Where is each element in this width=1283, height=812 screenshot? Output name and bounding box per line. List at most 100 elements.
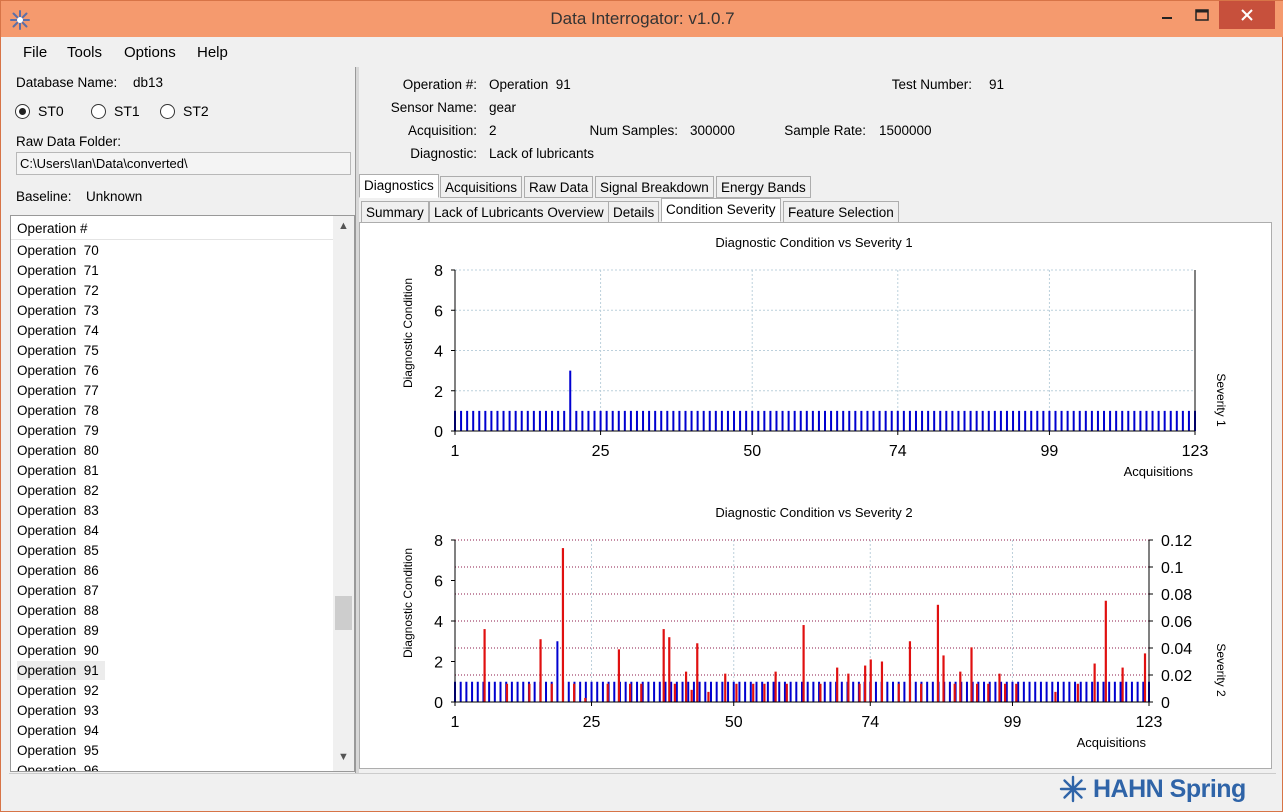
- operation-list-item-label: Operation 96: [17, 763, 99, 772]
- tab-diagnostics[interactable]: Diagnostics: [359, 174, 439, 198]
- scroll-down-icon[interactable]: ▼: [333, 751, 354, 771]
- chart2-condition-bar: [1096, 681, 1099, 702]
- operation-list-item[interactable]: Operation 94: [11, 721, 333, 741]
- sensor-name-value: gear: [489, 100, 517, 115]
- radio-st0[interactable]: ST0: [15, 103, 64, 119]
- operation-list-item[interactable]: Operation 76: [11, 361, 333, 381]
- menu-tools[interactable]: Tools: [67, 44, 102, 61]
- tab-details[interactable]: Details: [608, 201, 660, 223]
- chart2-condition-bar: [1045, 681, 1048, 702]
- operation-list-item[interactable]: Operation 70: [11, 241, 333, 261]
- title-bar[interactable]: Data Interrogator: v1.0.7: [1, 1, 1283, 37]
- chart2-x-tick-label: 123: [1136, 714, 1163, 731]
- chart2-condition-bar: [522, 681, 525, 702]
- tab-condition-severity[interactable]: Condition Severity: [661, 198, 781, 222]
- tab-raw-data[interactable]: Raw Data: [524, 176, 594, 198]
- operation-list-item[interactable]: Operation 83: [11, 501, 333, 521]
- operation-list-item[interactable]: Operation 79: [11, 421, 333, 441]
- operation-list-item[interactable]: Operation 82: [11, 481, 333, 501]
- scroll-thumb[interactable]: [335, 596, 352, 630]
- chart2-severity-bar: [1143, 653, 1147, 702]
- chart1-title: Diagnostic Condition vs Severity 1: [715, 235, 912, 250]
- operation-list-item[interactable]: Operation 89: [11, 621, 333, 641]
- chart2-condition-bar: [613, 681, 616, 702]
- chart2-condition-bar: [721, 681, 724, 702]
- operation-list-item[interactable]: Operation 92: [11, 681, 333, 701]
- tab-feature-selection[interactable]: Feature Selection: [783, 201, 899, 223]
- operation-list-scrollbar[interactable]: ▲ ▼: [333, 216, 354, 771]
- chart2-condition-bar: [488, 681, 491, 702]
- operation-list-item[interactable]: Operation 75: [11, 341, 333, 361]
- chart2-condition-bar: [994, 681, 997, 702]
- chart2-condition-bar: [755, 681, 758, 702]
- chart1-condition-bar: [945, 410, 948, 431]
- operation-list-item[interactable]: Operation 95: [11, 741, 333, 761]
- chart2-condition-bar: [727, 681, 730, 702]
- operation-list-item[interactable]: Operation 91: [11, 661, 333, 681]
- operation-list-item-label: Operation 71: [17, 263, 99, 278]
- operation-list-item[interactable]: Operation 78: [11, 401, 333, 421]
- operation-list-item[interactable]: Operation 85: [11, 541, 333, 561]
- chart1-condition-bar: [902, 410, 905, 431]
- chart2-y2-tick-label: 0.08: [1161, 587, 1192, 604]
- menu-options[interactable]: Options: [124, 44, 176, 61]
- operation-list-header[interactable]: Operation #: [11, 216, 333, 240]
- chart2-condition-bar: [874, 681, 877, 702]
- operation-list-item[interactable]: Operation 74: [11, 321, 333, 341]
- operation-list-item[interactable]: Operation 88: [11, 601, 333, 621]
- chart2-severity-bar: [707, 691, 710, 702]
- chart2-condition-bar: [459, 681, 462, 702]
- operation-list-item[interactable]: Operation 93: [11, 701, 333, 721]
- chart2-condition-bar: [681, 681, 684, 702]
- chart2-condition-bar: [778, 681, 781, 702]
- operation-list-item[interactable]: Operation 77: [11, 381, 333, 401]
- minimize-icon: [1162, 17, 1172, 19]
- operation-list-item[interactable]: Operation 84: [11, 521, 333, 541]
- radio-st1[interactable]: ST1: [91, 103, 140, 119]
- operation-list-item[interactable]: Operation 87: [11, 581, 333, 601]
- chart1-condition-bar: [544, 410, 547, 431]
- operation-list-item[interactable]: Operation 90: [11, 641, 333, 661]
- chart1-condition-bar: [854, 410, 857, 431]
- chart1-condition-bar: [908, 410, 911, 431]
- raw-data-folder-field[interactable]: C:\Users\Ian\Data\converted\: [16, 152, 351, 175]
- chart2-severity-bar: [1093, 663, 1096, 702]
- menu-file[interactable]: File: [23, 44, 47, 61]
- chart2-condition-bar: [647, 681, 650, 702]
- chart1-condition-bar: [472, 410, 475, 431]
- maximize-button[interactable]: [1185, 1, 1219, 29]
- scroll-up-icon[interactable]: ▲: [333, 220, 354, 240]
- sample-rate-value: 1500000: [879, 123, 932, 138]
- operation-list[interactable]: Operation # Operation 70 Operation 71 Oper…: [10, 215, 355, 772]
- chart2-y2-tick-label: 0.04: [1161, 641, 1192, 658]
- chart2-condition-bar: [471, 681, 474, 702]
- chart2-condition-bar: [1102, 681, 1105, 702]
- chart2-severity-bar: [505, 683, 509, 702]
- chart1-condition-bar: [793, 410, 796, 431]
- chart1-y-tick-label: 0: [434, 424, 443, 441]
- operation-list-item-label: Operation 91: [17, 661, 105, 680]
- operation-list-item[interactable]: Operation 86: [11, 561, 333, 581]
- tab-signal-breakdown[interactable]: Signal Breakdown: [595, 176, 714, 198]
- radio-st2[interactable]: ST2: [160, 103, 209, 119]
- minimize-button[interactable]: [1149, 1, 1185, 29]
- chart2-condition-bar: [1022, 681, 1025, 702]
- menu-help[interactable]: Help: [197, 44, 228, 61]
- chart1-condition-bar: [720, 410, 723, 431]
- operation-label: Operation #:: [402, 77, 477, 92]
- operation-list-item[interactable]: Operation 72: [11, 281, 333, 301]
- tab-lack-of-lubricants-overview[interactable]: Lack of Lubricants Overview: [429, 201, 609, 223]
- operation-list-item-label: Operation 81: [17, 463, 99, 478]
- tab-summary[interactable]: Summary: [361, 201, 429, 223]
- chart2-condition-bar: [692, 681, 695, 702]
- tab-energy-bands[interactable]: Energy Bands: [716, 176, 811, 198]
- operation-list-item[interactable]: Operation 80: [11, 441, 333, 461]
- operation-list-item[interactable]: Operation 81: [11, 461, 333, 481]
- chart2-severity-bar: [1104, 600, 1107, 702]
- operation-list-item[interactable]: Operation 71: [11, 261, 333, 281]
- operation-list-item[interactable]: Operation 96: [11, 761, 333, 772]
- tab-acquisitions[interactable]: Acquisitions: [440, 176, 523, 198]
- close-button[interactable]: [1219, 1, 1275, 29]
- operation-list-item-label: Operation 88: [17, 603, 99, 618]
- operation-list-item[interactable]: Operation 73: [11, 301, 333, 321]
